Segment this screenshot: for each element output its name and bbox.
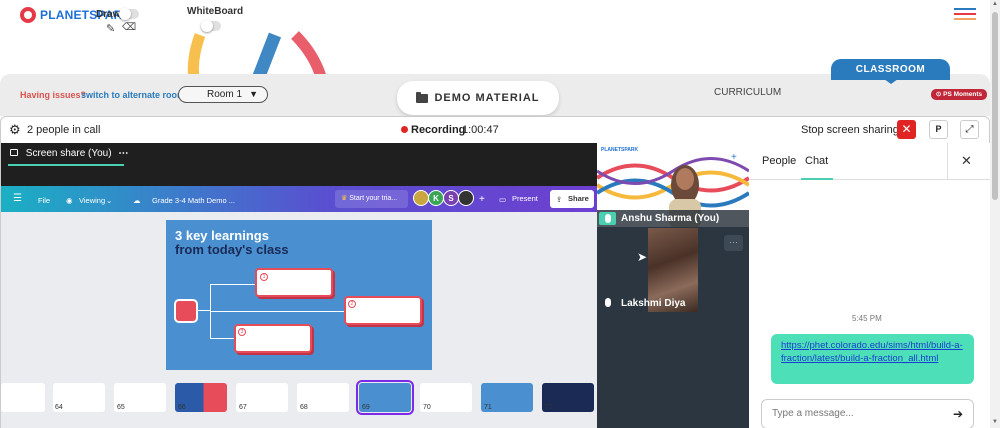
room-select-value: Room 1 xyxy=(207,89,243,100)
demo-material-label: DEMO MATERIAL xyxy=(434,92,540,104)
eraser-icon[interactable]: ⌫ xyxy=(122,22,136,33)
classroom-tab-notch xyxy=(884,79,898,84)
screen-share-tab-underline xyxy=(8,164,124,166)
thumbnail-number: 66 xyxy=(178,404,186,411)
doc-title[interactable]: Grade 3-4 Math Demo ... xyxy=(152,196,235,205)
mouse-cursor-icon: ➤ xyxy=(637,250,648,264)
thumbnail-number: 70 xyxy=(423,404,431,411)
recording-dot-icon xyxy=(401,126,408,133)
chat-message-input[interactable]: Type a message... xyxy=(761,399,974,428)
recording-label: Recording xyxy=(411,124,466,136)
divider xyxy=(947,143,948,180)
slide-title-line2: from today's class xyxy=(175,242,289,257)
scroll-up-icon[interactable]: ▲ xyxy=(991,1,999,7)
more-options-icon[interactable]: ⋯ xyxy=(118,148,128,159)
mic-icon xyxy=(605,298,611,307)
ps-moments-button[interactable]: ⊙ PS Moments xyxy=(931,89,987,100)
scroll-down-icon[interactable]: ▼ xyxy=(991,419,999,425)
slide-thumbnail[interactable] xyxy=(1,383,45,412)
start-trial-label: Start your tria... xyxy=(349,195,398,202)
tab-demo-material[interactable]: DEMO MATERIAL xyxy=(397,81,559,115)
thumbnail-number: 65 xyxy=(117,404,125,411)
thumbnail-number: 67 xyxy=(239,404,247,411)
chat-panel xyxy=(749,143,990,428)
top-bar xyxy=(0,0,990,40)
slide-box-number: 2 xyxy=(348,300,356,308)
draw-toggle[interactable] xyxy=(119,8,139,20)
slide-box-3 xyxy=(234,324,312,353)
whiteboard-label: WhiteBoard xyxy=(187,6,244,17)
having-issues-text: Having issues? xyxy=(20,90,87,100)
crown-icon: ♛ xyxy=(341,195,348,202)
expand-icon[interactable]: ⤢ xyxy=(960,120,979,139)
camera-icon: ⊙ xyxy=(935,91,942,98)
collaborator-avatar[interactable]: K xyxy=(428,190,444,206)
tab-people[interactable]: People xyxy=(762,155,796,167)
slide-box-1 xyxy=(255,268,333,297)
alternate-room-link[interactable]: switch to alternate room xyxy=(81,90,185,100)
collaborator-avatar[interactable] xyxy=(413,190,429,206)
cloud-icon: ☁ xyxy=(133,196,141,205)
viewing-menu[interactable]: Viewing xyxy=(79,196,105,205)
slide-box-number: 1 xyxy=(260,273,268,281)
file-menu[interactable]: File xyxy=(38,196,50,205)
tab-curriculum[interactable]: CURRICULUM xyxy=(714,87,781,98)
thumbnail-number: 71 xyxy=(484,404,492,411)
mic-icon xyxy=(605,214,611,223)
message-timestamp: 5:45 PM xyxy=(852,314,882,323)
menu-icon[interactable]: ☰ xyxy=(13,193,22,204)
gear-icon[interactable]: ⚙ xyxy=(9,122,21,138)
eye-icon: ◉ xyxy=(66,196,73,205)
ps-moments-label: PS Moments xyxy=(943,91,983,98)
p-button[interactable]: P xyxy=(929,120,948,139)
hamburger-menu-icon[interactable] xyxy=(954,8,976,20)
people-count: 2 people in call xyxy=(27,124,101,136)
share-label: Share xyxy=(568,194,589,203)
collaborator-avatar[interactable] xyxy=(458,190,474,206)
screen-share-tab-label: Screen share (You) xyxy=(25,148,112,159)
stop-screen-sharing-label: Stop screen sharing xyxy=(801,124,899,136)
chevron-down-icon: ⌄ xyxy=(106,196,113,205)
thumbnail-number: 69 xyxy=(362,404,370,411)
caret-down-icon: ▼ xyxy=(249,89,258,99)
folder-icon xyxy=(416,91,429,103)
screen-icon xyxy=(10,149,18,156)
draw-label: Draw xyxy=(96,9,121,20)
upload-icon: ⇪ xyxy=(556,195,563,204)
stop-sharing-close-button[interactable]: ✕ xyxy=(897,120,916,139)
more-options-icon[interactable]: ⋯ xyxy=(724,235,743,251)
start-trial-button[interactable]: ♛ Start your tria... xyxy=(335,190,408,208)
present-label: Present xyxy=(512,194,538,203)
thumbnail-number: 68 xyxy=(300,404,308,411)
connector-line xyxy=(198,310,210,311)
tab-chat[interactable]: Chat xyxy=(805,155,828,167)
send-arrow-icon[interactable]: ➔ xyxy=(953,407,963,421)
add-collaborator-icon[interactable]: + xyxy=(479,194,485,205)
robot-icon xyxy=(174,299,198,323)
thumbnail-number: 72 xyxy=(545,404,553,411)
connector-line xyxy=(210,284,256,285)
pencil-icon[interactable]: ✎ xyxy=(106,22,115,35)
participant-name: Anshu Sharma (You) xyxy=(621,213,720,224)
scrollbar-thumb[interactable] xyxy=(992,12,998,200)
logo-badge-icon xyxy=(20,7,36,23)
present-icon: ▭ xyxy=(499,195,507,204)
slide-box-number: 3 xyxy=(238,328,246,336)
svg-text:PLANETSPARK: PLANETSPARK xyxy=(601,147,639,153)
connector-line xyxy=(210,338,234,339)
screen-share-tab[interactable]: Screen share (You) ⋯ xyxy=(10,148,128,159)
slide-box-2 xyxy=(344,296,422,325)
thumbnail-number: 64 xyxy=(55,404,63,411)
room-select[interactable]: Room 1 ▼ xyxy=(178,86,268,103)
svg-text:+: + xyxy=(731,152,737,163)
recording-time: 1:00:47 xyxy=(462,124,499,136)
collaborator-avatar[interactable]: S xyxy=(443,190,459,206)
tab-chat-underline xyxy=(801,178,833,180)
tab-classroom[interactable]: CLASSROOM xyxy=(831,59,950,80)
participant-name: Lakshmi Diya xyxy=(621,298,686,309)
chat-message-link[interactable]: https://phet.colorado.edu/sims/html/buil… xyxy=(771,334,974,384)
connector-line xyxy=(210,311,344,312)
close-icon[interactable]: ✕ xyxy=(961,153,972,169)
slide-title-line1: 3 key learnings xyxy=(175,228,269,243)
